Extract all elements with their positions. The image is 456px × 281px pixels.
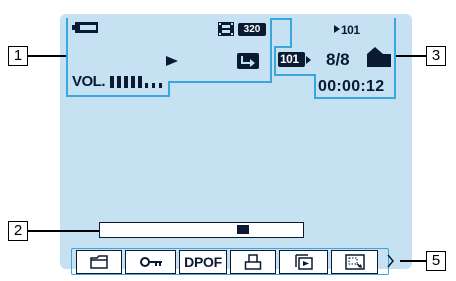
callout-1-leader [28, 55, 66, 57]
group3-bracket-bottom-step [314, 74, 316, 99]
play-icon [166, 56, 178, 66]
group3-bracket-bottom-a [274, 74, 316, 76]
callout-5: 5 [426, 251, 446, 271]
volume-bar [145, 83, 148, 88]
folder-icon [367, 47, 391, 67]
resize-icon [344, 254, 365, 270]
callout-5-leader [400, 260, 426, 262]
playback-counter: 00:00:12 [318, 78, 385, 95]
group1-bracket [66, 18, 68, 97]
return-icon [237, 53, 259, 69]
volume-bar [117, 76, 121, 88]
group3-bracket-lower [274, 46, 276, 76]
group3-bracket-bottom-b [314, 97, 396, 99]
resolution-badge: 320 [238, 23, 266, 36]
volume-bar [124, 76, 128, 88]
group1-bracket-bottom [66, 95, 170, 97]
folder-number-top: 101 [334, 22, 370, 37]
callout-3: 3 [426, 46, 446, 66]
protect-button[interactable] [125, 250, 176, 274]
volume-label: VOL. [72, 73, 106, 90]
volume-bar [131, 76, 135, 88]
folder-icon [90, 255, 108, 269]
volume-bar [152, 83, 155, 88]
group1-bracket-step [168, 81, 170, 97]
playback-bar[interactable] [99, 222, 304, 238]
protect-key-icon [139, 257, 162, 267]
group3-bracket-stepin [274, 46, 292, 48]
folder-next-icon [306, 56, 311, 64]
callout-2-leader [28, 230, 99, 232]
volume-bar [110, 76, 114, 88]
image-count: 8/8 [326, 50, 350, 69]
group1-bracket-mid [168, 81, 272, 83]
folder-number-badge-text: 101 [280, 52, 299, 66]
battery-icon [72, 22, 98, 33]
volume-meter [110, 76, 162, 88]
slideshow-button[interactable] [279, 250, 328, 274]
volume-bar [138, 76, 142, 88]
callout-1: 1 [8, 46, 28, 66]
folder-number-top-text: 101 [341, 23, 360, 37]
chevron-right-icon[interactable] [387, 253, 395, 269]
callout-2: 2 [8, 221, 28, 241]
group3-bracket-left [290, 18, 292, 48]
slideshow-icon [294, 254, 313, 270]
playback-position-marker[interactable] [237, 225, 249, 234]
folder-number-badge: 101 [278, 52, 305, 67]
resize-button[interactable] [331, 250, 378, 274]
callout-3-leader [394, 55, 426, 57]
print-icon [244, 254, 262, 270]
group3-bracket-right [394, 18, 396, 99]
dpof-button[interactable]: DPOF [179, 250, 227, 274]
group1-bracket-top [270, 18, 290, 20]
volume-bar [159, 83, 162, 88]
group1-bracket-right [270, 18, 272, 83]
print-button[interactable] [230, 250, 276, 274]
folder-button[interactable] [76, 250, 122, 274]
film-icon [218, 22, 234, 36]
